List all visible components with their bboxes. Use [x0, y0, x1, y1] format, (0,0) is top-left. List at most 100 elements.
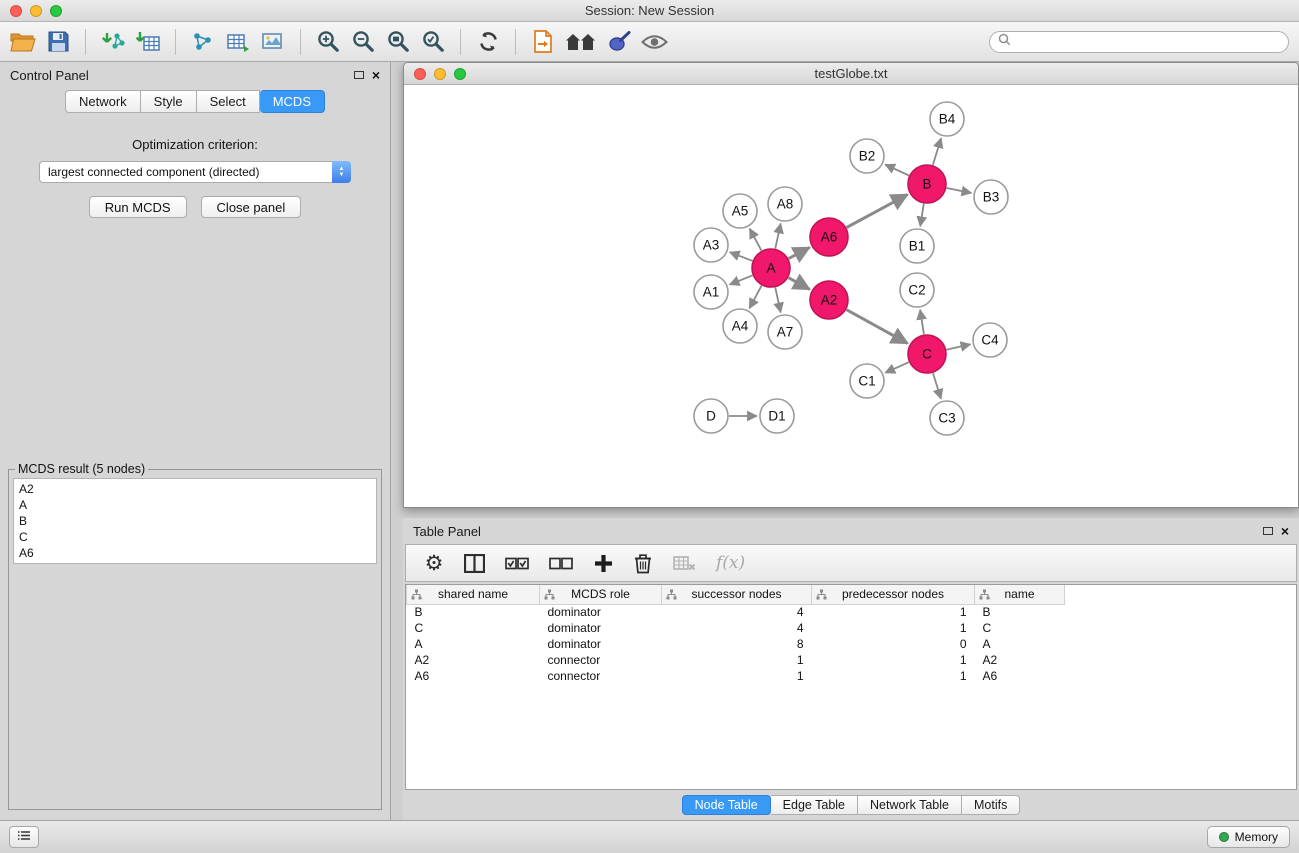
graph-node-C4[interactable]: C4: [973, 323, 1007, 357]
table-cell[interactable]: A2: [407, 652, 540, 668]
table-row[interactable]: Cdominator41C: [407, 620, 1297, 636]
table-row[interactable]: Adominator80A: [407, 636, 1297, 652]
table-cell[interactable]: 1: [662, 668, 812, 684]
graph-edge-C-C4[interactable]: [947, 344, 971, 349]
columns-icon[interactable]: [464, 554, 485, 573]
export-table-icon[interactable]: [225, 27, 251, 57]
column-header-shared-name[interactable]: shared name: [407, 585, 540, 604]
graph-node-A5[interactable]: A5: [723, 194, 757, 228]
network-canvas[interactable]: AA2A6BCA1A3A4A5A7A8B1B2B3B4C1C2C3C4DD1: [404, 85, 1298, 507]
zoom-out-icon[interactable]: [350, 27, 376, 57]
graph-edge-B-B2[interactable]: [885, 165, 909, 176]
style-icon[interactable]: [606, 27, 632, 57]
tab-edge-table[interactable]: Edge Table: [771, 795, 858, 815]
graph-node-B1[interactable]: B1: [900, 229, 934, 263]
zoom-window-button[interactable]: [50, 5, 62, 17]
mcds-result-list[interactable]: A2ABCA6: [13, 478, 377, 564]
run-mcds-button[interactable]: Run MCDS: [89, 196, 187, 218]
graph-node-A2[interactable]: A2: [810, 281, 848, 319]
table-cell[interactable]: A2: [975, 652, 1065, 668]
table-cell[interactable]: 1: [812, 668, 975, 684]
gear-icon[interactable]: ⚙: [424, 553, 444, 574]
graph-node-A8[interactable]: A8: [768, 187, 802, 221]
graph-node-A[interactable]: A: [752, 249, 790, 287]
close-window-button[interactable]: [10, 5, 22, 17]
optimization-dropdown[interactable]: largest connected component (directed) ▲…: [39, 161, 351, 183]
task-history-button[interactable]: [9, 826, 39, 848]
network-file-icon[interactable]: [530, 27, 556, 57]
table-cell[interactable]: 1: [812, 652, 975, 668]
float-table-panel-icon[interactable]: [1263, 527, 1273, 535]
table-cell[interactable]: 1: [662, 652, 812, 668]
close-network-window-button[interactable]: [414, 68, 426, 80]
export-image-icon[interactable]: [260, 27, 286, 57]
zoom-fit-icon[interactable]: [385, 27, 411, 57]
graph-edge-A6-B[interactable]: [847, 195, 908, 228]
graph-node-D[interactable]: D: [694, 399, 728, 433]
graph-node-C2[interactable]: C2: [900, 273, 934, 307]
close-panel-icon[interactable]: ×: [372, 68, 380, 82]
table-row[interactable]: Bdominator41B: [407, 604, 1297, 620]
column-header-predecessor-nodes[interactable]: predecessor nodes: [812, 585, 975, 604]
search-box[interactable]: [989, 31, 1289, 53]
table-cell[interactable]: 1: [812, 604, 975, 620]
graph-node-A7[interactable]: A7: [768, 315, 802, 349]
trash-icon[interactable]: [633, 553, 653, 574]
graph-edge-A-A5[interactable]: [750, 229, 762, 251]
graph-node-C1[interactable]: C1: [850, 364, 884, 398]
graph-edge-A-A8[interactable]: [775, 224, 780, 249]
column-header-name[interactable]: name: [975, 585, 1065, 604]
table-cell[interactable]: C: [407, 620, 540, 636]
graph-edge-C-C2[interactable]: [920, 310, 924, 334]
mcds-result-item[interactable]: A6: [19, 545, 371, 561]
column-header-mcds-role[interactable]: MCDS role: [540, 585, 662, 604]
search-input[interactable]: [1016, 35, 1280, 49]
table-cell[interactable]: connector: [540, 652, 662, 668]
graph-edge-B-B1[interactable]: [920, 204, 924, 227]
graph-node-C[interactable]: C: [908, 335, 946, 373]
zoom-selected-icon[interactable]: [420, 27, 446, 57]
mcds-result-item[interactable]: A: [19, 497, 371, 513]
graph-edge-C-C1[interactable]: [885, 362, 909, 373]
graph-node-C3[interactable]: C3: [930, 401, 964, 435]
home-icon[interactable]: [565, 27, 597, 57]
float-panel-icon[interactable]: [354, 71, 364, 79]
graph-edge-A-A1[interactable]: [730, 275, 753, 284]
graph-node-B3[interactable]: B3: [974, 180, 1008, 214]
minimize-window-button[interactable]: [30, 5, 42, 17]
import-network-icon[interactable]: [100, 27, 126, 57]
graph-edge-A-A3[interactable]: [730, 252, 753, 261]
eye-icon[interactable]: [641, 27, 668, 57]
tab-style[interactable]: Style: [141, 90, 197, 113]
table-cell[interactable]: 1: [812, 620, 975, 636]
table-cell[interactable]: B: [407, 604, 540, 620]
table-row[interactable]: A6connector11A6: [407, 668, 1297, 684]
minimize-network-window-button[interactable]: [434, 68, 446, 80]
close-panel-button[interactable]: Close panel: [201, 196, 302, 218]
save-icon[interactable]: [45, 27, 71, 57]
tab-select[interactable]: Select: [197, 90, 260, 113]
table-cell[interactable]: dominator: [540, 636, 662, 652]
table-cell[interactable]: 4: [662, 620, 812, 636]
zoom-network-window-button[interactable]: [454, 68, 466, 80]
tab-network-table[interactable]: Network Table: [858, 795, 962, 815]
table-cell[interactable]: 4: [662, 604, 812, 620]
mcds-result-item[interactable]: C: [19, 529, 371, 545]
table-cell[interactable]: C: [975, 620, 1065, 636]
memory-button[interactable]: Memory: [1207, 826, 1290, 848]
open-icon[interactable]: [10, 27, 36, 57]
graph-node-B4[interactable]: B4: [930, 102, 964, 136]
graph-node-A3[interactable]: A3: [694, 228, 728, 262]
deselect-all-icon[interactable]: [549, 557, 573, 570]
table-row[interactable]: A2connector11A2: [407, 652, 1297, 668]
close-table-panel-icon[interactable]: ×: [1281, 524, 1289, 538]
graph-node-B[interactable]: B: [908, 165, 946, 203]
graph-edge-A-A4[interactable]: [749, 286, 761, 309]
table-cell[interactable]: 8: [662, 636, 812, 652]
select-all-icon[interactable]: [505, 557, 529, 570]
mcds-result-item[interactable]: A2: [19, 481, 371, 497]
table-cell[interactable]: connector: [540, 668, 662, 684]
table-cell[interactable]: A6: [975, 668, 1065, 684]
mcds-result-item[interactable]: B: [19, 513, 371, 529]
add-icon[interactable]: [593, 554, 613, 573]
